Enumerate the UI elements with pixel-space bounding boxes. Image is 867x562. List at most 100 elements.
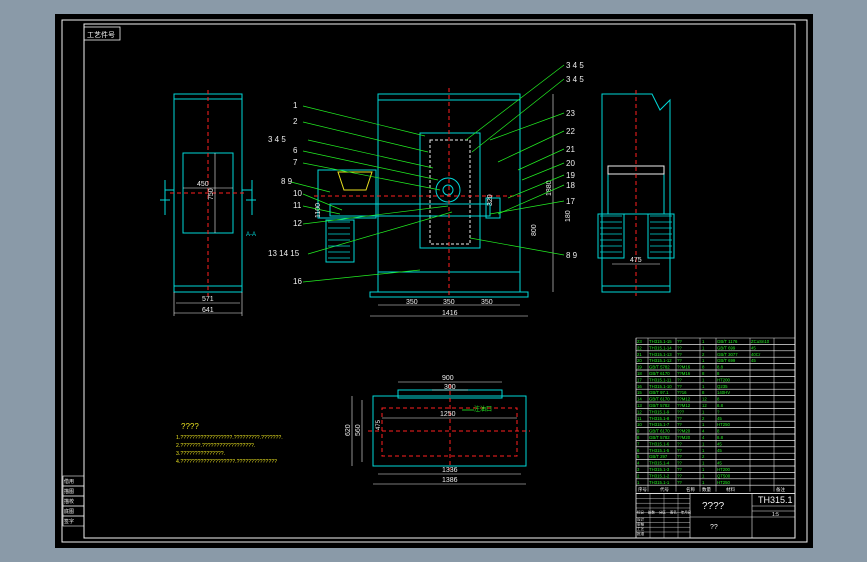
bom-cell: TH315.1-14 — [649, 345, 672, 350]
bom-cell: GB/T 6170 — [649, 429, 670, 434]
bom-cell: 11 — [637, 416, 642, 421]
bom-header-cell: 代号 — [660, 486, 669, 493]
part-label: 22 — [566, 127, 575, 136]
bom-cell: ??M16 — [677, 371, 691, 376]
bom-cell: 22 — [637, 345, 642, 350]
bom-cell: TH315.1-2 — [649, 473, 670, 478]
bom-header-cell: 备注 — [776, 486, 785, 493]
bom-cell: 20 — [637, 358, 642, 363]
part-label: 16 — [293, 277, 302, 286]
bom-cell: TH315.1-5 — [649, 448, 670, 453]
bom-cell: 140HV — [717, 390, 730, 395]
bom-cell: TH315.1-7 — [649, 422, 670, 427]
bom-cell: GB/T 699 — [717, 358, 736, 363]
bom-cell: GB/T 97.1 — [649, 390, 669, 395]
notes-title: ???? — [181, 422, 199, 431]
left-dim-641: 641 — [202, 307, 214, 314]
plan-dim-620: 620 — [345, 424, 352, 436]
bom-cell: 18 — [637, 371, 642, 376]
bom-cell: ?? — [677, 461, 682, 466]
drawing-viewport[interactable]: 工艺件号 借用描图描校底图签字 450 750 571 641 A-A 350 … — [0, 0, 867, 562]
bom-cell: GB/T 297 — [649, 454, 668, 459]
bom-cell: GB/T 5782 — [649, 435, 670, 440]
bom-cell: 12 — [702, 397, 707, 402]
drawing-name: ???? — [702, 501, 725, 512]
plan-dim-1386: 1386 — [442, 477, 458, 484]
part-label: 11 — [293, 201, 302, 210]
bom-cell: ??M12 — [677, 397, 691, 402]
plan-dim-900: 900 — [442, 375, 454, 382]
bom-cell: 10 — [637, 422, 642, 427]
bom-cell: ??? — [677, 409, 685, 414]
bom-cell: 17 — [637, 377, 642, 382]
bom-cell: ?? — [677, 384, 682, 389]
bom-cell: GB/T 1176 — [717, 339, 738, 344]
note-line-2: 2.???????.??????????????????. — [176, 443, 255, 449]
bom-cell: 21 — [637, 352, 642, 357]
bom-cell: 23 — [637, 339, 642, 344]
bom-cell: ?? — [677, 422, 682, 427]
bom-cell: ?? — [677, 352, 682, 357]
bom-cell: GB/T 3077 — [717, 352, 738, 357]
bom-cell: TH315.1-9 — [649, 409, 670, 414]
bom-cell: 19 — [637, 365, 642, 370]
left-strip-text: 签字 — [64, 518, 74, 525]
front-dim-800: 800 — [531, 224, 538, 236]
bom-cell: ?? — [677, 377, 682, 382]
front-dim-1100: 1100 — [315, 203, 322, 218]
part-label: 3 4 5 — [268, 135, 286, 144]
front-dim-180: 180 — [565, 210, 572, 222]
bom-cell: ?? — [677, 473, 682, 478]
left-dim-750: 750 — [208, 188, 215, 200]
bom-cell: ??16 — [677, 390, 687, 395]
tb-small-cell: 标记 — [637, 510, 644, 515]
part-label: 18 — [566, 181, 575, 190]
left-strip-text: 底图 — [64, 508, 74, 515]
bom-cell: GB/T 6170 — [649, 371, 670, 376]
tb-small-cell: 处数 — [648, 510, 655, 515]
left-section-label: A-A — [246, 232, 256, 238]
drawing-org: ?? — [710, 524, 718, 531]
bom-cell: TH315.1-13 — [649, 352, 672, 357]
bom-cell: TH315.1-1 — [649, 480, 670, 485]
bom-cell: ?? — [677, 345, 682, 350]
bom-cell: HT250 — [717, 422, 731, 427]
bom-cell: 8.8 — [717, 403, 724, 408]
bom-cell: 45 — [751, 345, 756, 350]
bom-cell: 45 — [751, 358, 756, 363]
left-strip-text: 描校 — [64, 498, 74, 505]
bom-cell: ?? — [677, 480, 682, 485]
part-label: 8 9 — [281, 177, 293, 186]
bom-cell: ??M20 — [677, 435, 691, 440]
bom-cell: ?? — [677, 467, 682, 472]
bom-cell: GB/T 5782 — [649, 365, 670, 370]
bom-cell: 45 — [717, 416, 722, 421]
bom-cell: TH315.1-6 — [649, 441, 670, 446]
bom-cell: ??M20 — [677, 429, 691, 434]
sheet-tag: 工艺件号 — [87, 30, 115, 39]
bom-cell: 12 — [702, 403, 707, 408]
bom-cell: ?? — [677, 416, 682, 421]
left-strip-text: 借用 — [64, 478, 74, 485]
bom-cell: GB/T 6170 — [649, 397, 670, 402]
bom-cell: HT250 — [717, 480, 731, 485]
part-label: 10 — [293, 189, 302, 198]
bom-cell: 15 — [637, 390, 642, 395]
bom-cell: 40Cr — [751, 352, 761, 357]
bom-header-cell: 材料 — [726, 486, 735, 493]
note-line-1: 1.??????????????????.?????????.???????. — [176, 435, 283, 441]
plan-dim-1336: 1336 — [442, 467, 458, 474]
drawing-number: TH315.1 — [758, 495, 793, 505]
bom-cell: ZCuSn10 — [751, 339, 770, 344]
bom-cell: HT200 — [717, 377, 731, 382]
part-label: 20 — [566, 159, 575, 168]
front-dim-350c: 350 — [481, 299, 493, 306]
part-label: 2 — [293, 117, 298, 126]
tb-small-cell: 签名 — [670, 510, 677, 515]
bom-cell: 12 — [637, 409, 642, 414]
part-label: 8 9 — [566, 251, 578, 260]
front-dim-320: 320 — [487, 194, 494, 206]
plan-dim-475: 475 — [376, 419, 382, 430]
part-label: 19 — [566, 171, 575, 180]
bom-cell: TH315.1-11 — [649, 377, 672, 382]
